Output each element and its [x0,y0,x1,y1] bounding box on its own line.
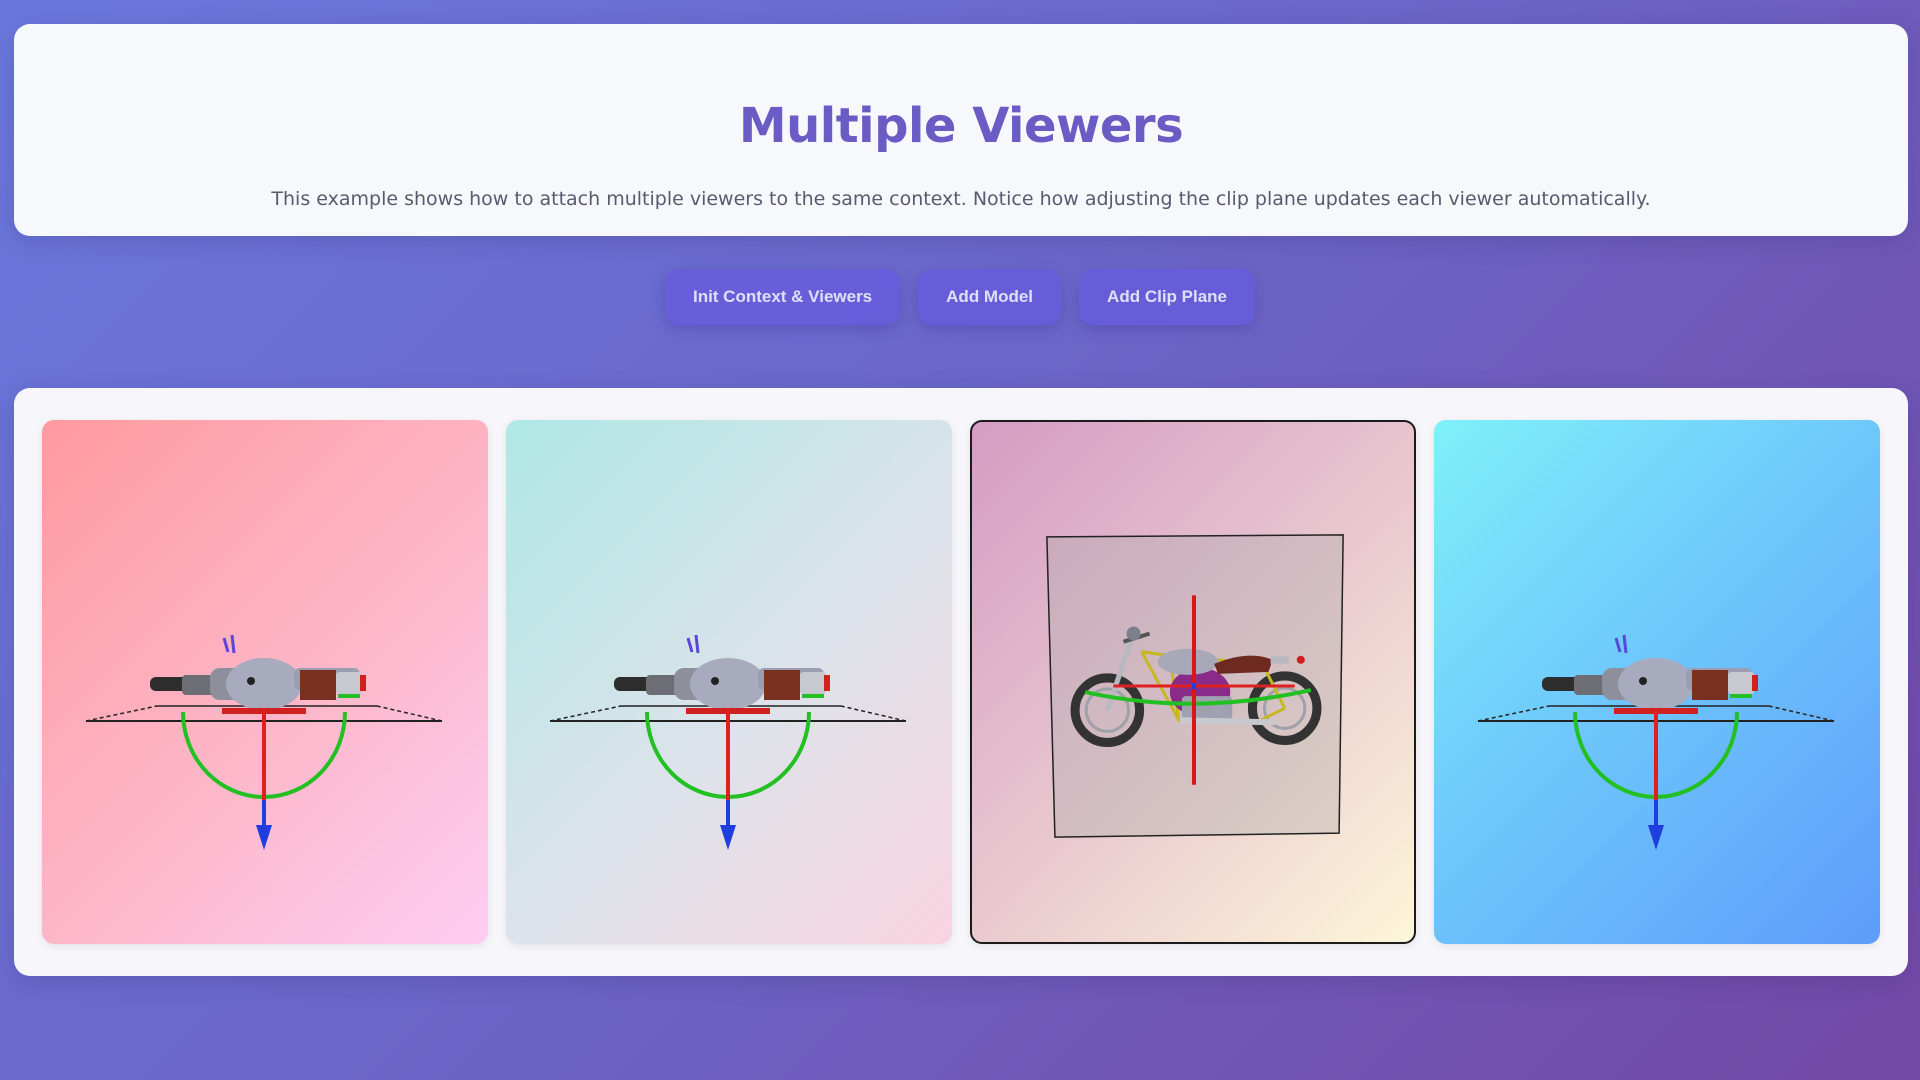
motorcycle-top-view-render [549,634,907,850]
init-context-viewers-button[interactable]: Init Context & Viewers [664,269,901,325]
add-clip-plane-button[interactable]: Add Clip Plane [1079,269,1256,325]
motorcycle-top-view-render [85,634,443,850]
viewer-1[interactable] [42,420,488,944]
viewers-panel [14,388,1908,976]
motorcycle-top-view-render [1477,634,1835,850]
page-title: Multiple Viewers [738,98,1184,154]
toolbar: Init Context & Viewers Add Model Add Cli… [0,269,1920,325]
add-model-button[interactable]: Add Model [918,269,1062,325]
header-card: Multiple Viewers This example shows how … [14,24,1908,236]
page-description: This example shows how to attach multipl… [271,188,1651,210]
motorcycle-side-view-render [1046,534,1344,838]
viewer-2[interactable] [506,420,952,944]
viewer-3-selected[interactable] [970,420,1416,944]
viewer-4[interactable] [1434,420,1880,944]
